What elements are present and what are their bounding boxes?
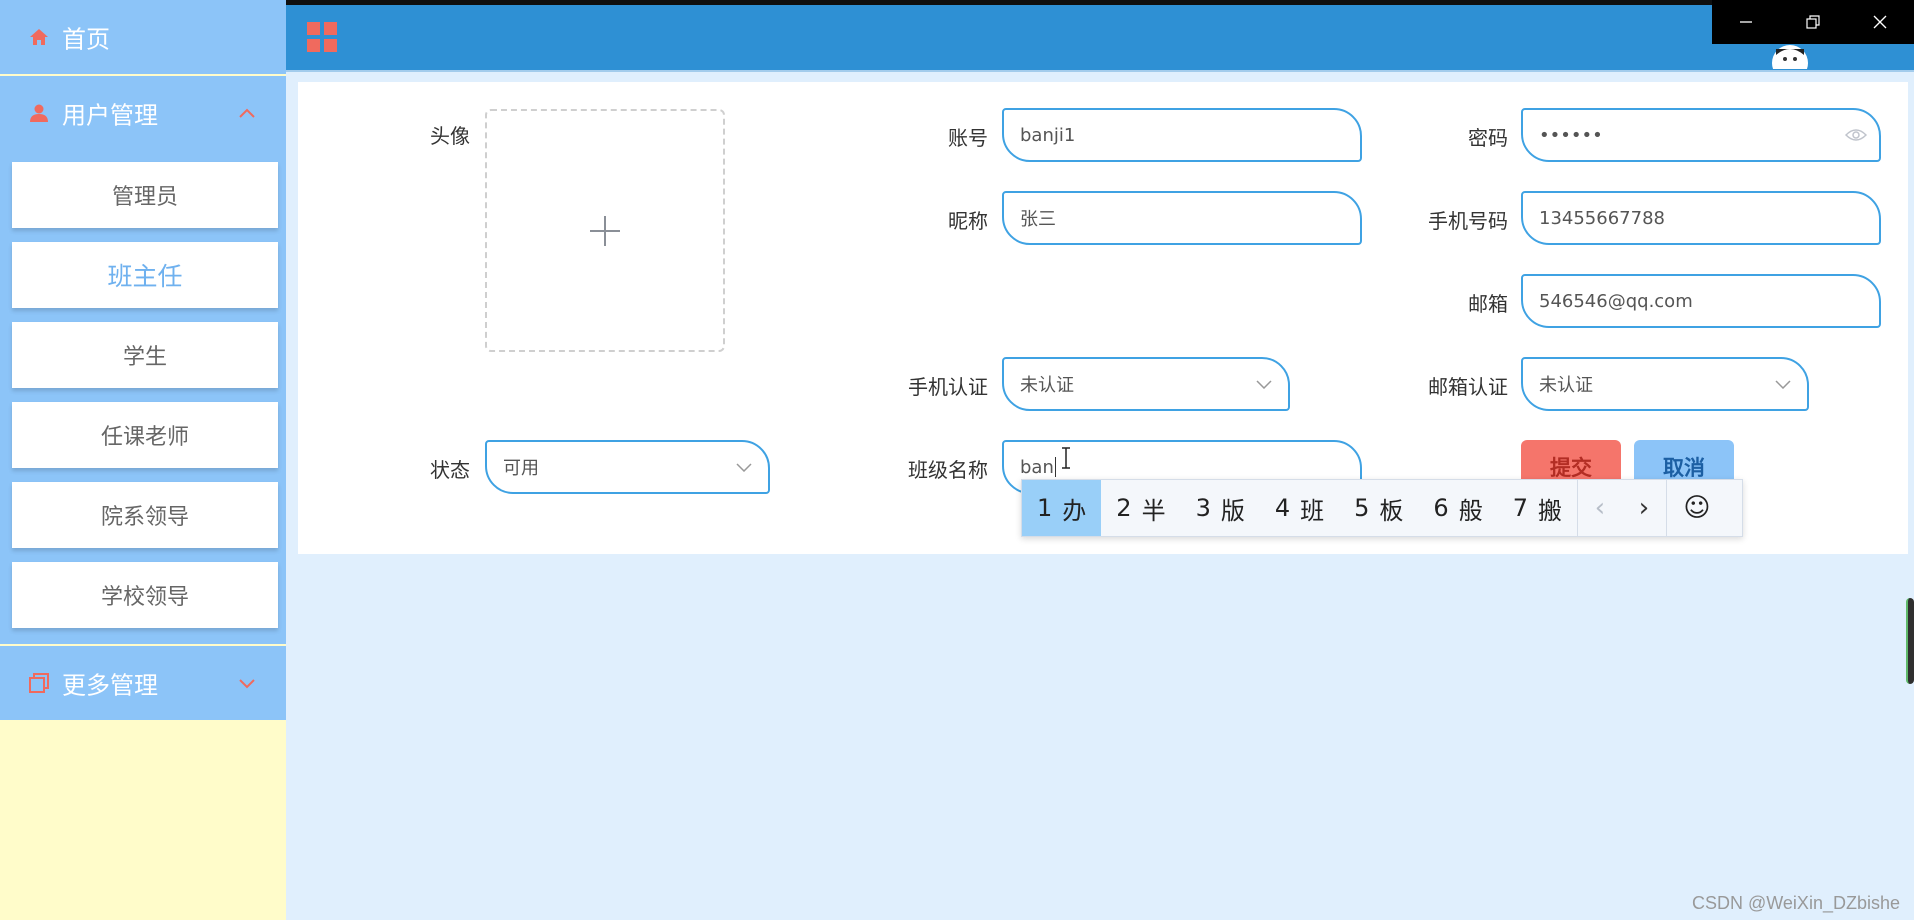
ime-emoji-button[interactable]: ☺ [1667, 480, 1727, 536]
account-input[interactable]: banji1 [1002, 108, 1362, 162]
avatar-label: 头像 [430, 124, 470, 148]
sidebar-item-label: 首页 [62, 25, 110, 54]
smiley-icon: ☺ [1683, 493, 1711, 523]
top-bar [286, 0, 1914, 72]
email-verify-select[interactable]: 未认证 [1521, 357, 1809, 411]
sidebar-group-more-management[interactable]: 更多管理 [0, 646, 286, 720]
submit-label: 提交 [1550, 456, 1592, 480]
nickname-value: 张三 [1020, 209, 1056, 230]
minimize-icon [1739, 21, 1752, 23]
sidebar-item-student[interactable]: 学生 [12, 322, 278, 388]
nickname-label: 昵称 [948, 209, 988, 233]
password-input[interactable]: •••••• [1521, 108, 1881, 162]
avatar[interactable] [1770, 43, 1810, 69]
text-caret [1054, 457, 1056, 477]
plus-icon [590, 215, 620, 246]
nickname-input[interactable]: 张三 [1002, 191, 1362, 245]
email-input[interactable]: 546546@qq.com [1521, 274, 1881, 328]
chevron-down-icon [239, 679, 255, 689]
class-name-value: ban [1020, 456, 1054, 478]
sidebar-item-school-leader[interactable]: 学校领导 [12, 562, 278, 628]
sidebar-item-label: 班主任 [107, 262, 183, 291]
email-value: 546546@qq.com [1539, 290, 1693, 312]
ime-prev-page-button[interactable]: ‹ [1578, 480, 1622, 536]
sidebar-item-label: 学生 [122, 345, 167, 370]
sidebar-item-label: 管理员 [111, 185, 178, 210]
layers-icon [29, 673, 49, 693]
status-select[interactable]: 可用 [485, 440, 770, 494]
scrollbar-thumb[interactable] [1906, 598, 1914, 684]
sidebar-item-label: 院系领导 [100, 505, 189, 530]
phone-value: 13455667788 [1539, 207, 1665, 229]
ime-candidate-bar: 1办 2半 3版 4班 5板 6般 7搬 ‹ › ☺ [1021, 479, 1743, 537]
sidebar-group-label: 更多管理 [62, 671, 158, 700]
sidebar-item-label: 学校领导 [100, 585, 189, 610]
ime-candidate[interactable]: 7搬 [1498, 480, 1577, 536]
ime-candidate[interactable]: 3版 [1181, 480, 1260, 536]
avatar-upload[interactable] [485, 109, 725, 352]
account-label: 账号 [948, 126, 988, 150]
sidebar-item-home[interactable]: 首页 [0, 0, 286, 74]
home-icon [30, 29, 48, 45]
email-label: 邮箱 [1468, 292, 1508, 316]
eye-icon[interactable] [1845, 127, 1867, 143]
account-value: banji1 [1020, 124, 1076, 146]
password-value: •••••• [1539, 124, 1603, 146]
chevron-down-icon [1256, 380, 1272, 389]
chevron-down-icon [1775, 380, 1791, 389]
ime-candidate[interactable]: 4班 [1260, 480, 1339, 536]
sidebar-group-user-management[interactable]: 用户管理 [0, 76, 286, 150]
chevron-left-icon: ‹ [1594, 493, 1606, 523]
chevron-up-icon [239, 108, 255, 118]
ime-candidate[interactable]: 1办 [1022, 480, 1102, 536]
user-icon [30, 104, 48, 122]
email-verify-label: 邮箱认证 [1428, 375, 1508, 399]
sidebar: 首页 用户管理 管理员 班主任 学生 任课老师 院系领导 学校领导 更多管理 [0, 0, 286, 920]
ime-candidate[interactable]: 6般 [1418, 480, 1497, 536]
sidebar-item-teacher[interactable]: 任课老师 [12, 402, 278, 468]
watermark: CSDN @WeiXin_DZbishe [1691, 893, 1900, 913]
phone-verify-label: 手机认证 [908, 375, 988, 399]
cancel-label: 取消 [1663, 456, 1705, 480]
sidebar-item-admin[interactable]: 管理员 [12, 162, 278, 228]
sidebar-group-label: 用户管理 [62, 101, 158, 130]
text-cursor-icon [1062, 447, 1070, 469]
status-value: 可用 [503, 458, 539, 479]
status-label: 状态 [430, 458, 470, 482]
sidebar-item-dept-leader[interactable]: 院系领导 [12, 482, 278, 548]
sidebar-item-head-teacher[interactable]: 班主任 [12, 242, 278, 308]
ime-candidate[interactable]: 5板 [1339, 480, 1418, 536]
phone-input[interactable]: 13455667788 [1521, 191, 1881, 245]
grid-icon[interactable] [306, 21, 338, 53]
ime-next-page-button[interactable]: › [1622, 480, 1666, 536]
chevron-down-icon [736, 463, 752, 472]
minimize-button[interactable] [1712, 0, 1779, 44]
phone-verify-value: 未认证 [1020, 375, 1074, 396]
sidebar-item-label: 任课老师 [100, 425, 189, 450]
chevron-right-icon: › [1638, 493, 1650, 523]
phone-label: 手机号码 [1428, 209, 1508, 233]
ime-candidate[interactable]: 2半 [1101, 480, 1180, 536]
window-controls [1712, 0, 1914, 44]
restore-icon [1806, 15, 1820, 29]
email-verify-value: 未认证 [1539, 375, 1593, 396]
close-button[interactable] [1847, 0, 1914, 44]
phone-verify-select[interactable]: 未认证 [1002, 357, 1290, 411]
close-icon [1873, 15, 1887, 29]
sidebar-submenu: 管理员 班主任 学生 任课老师 院系领导 学校领导 [0, 150, 286, 644]
restore-button[interactable] [1779, 0, 1846, 44]
class-name-label: 班级名称 [908, 458, 988, 482]
password-label: 密码 [1468, 126, 1508, 150]
